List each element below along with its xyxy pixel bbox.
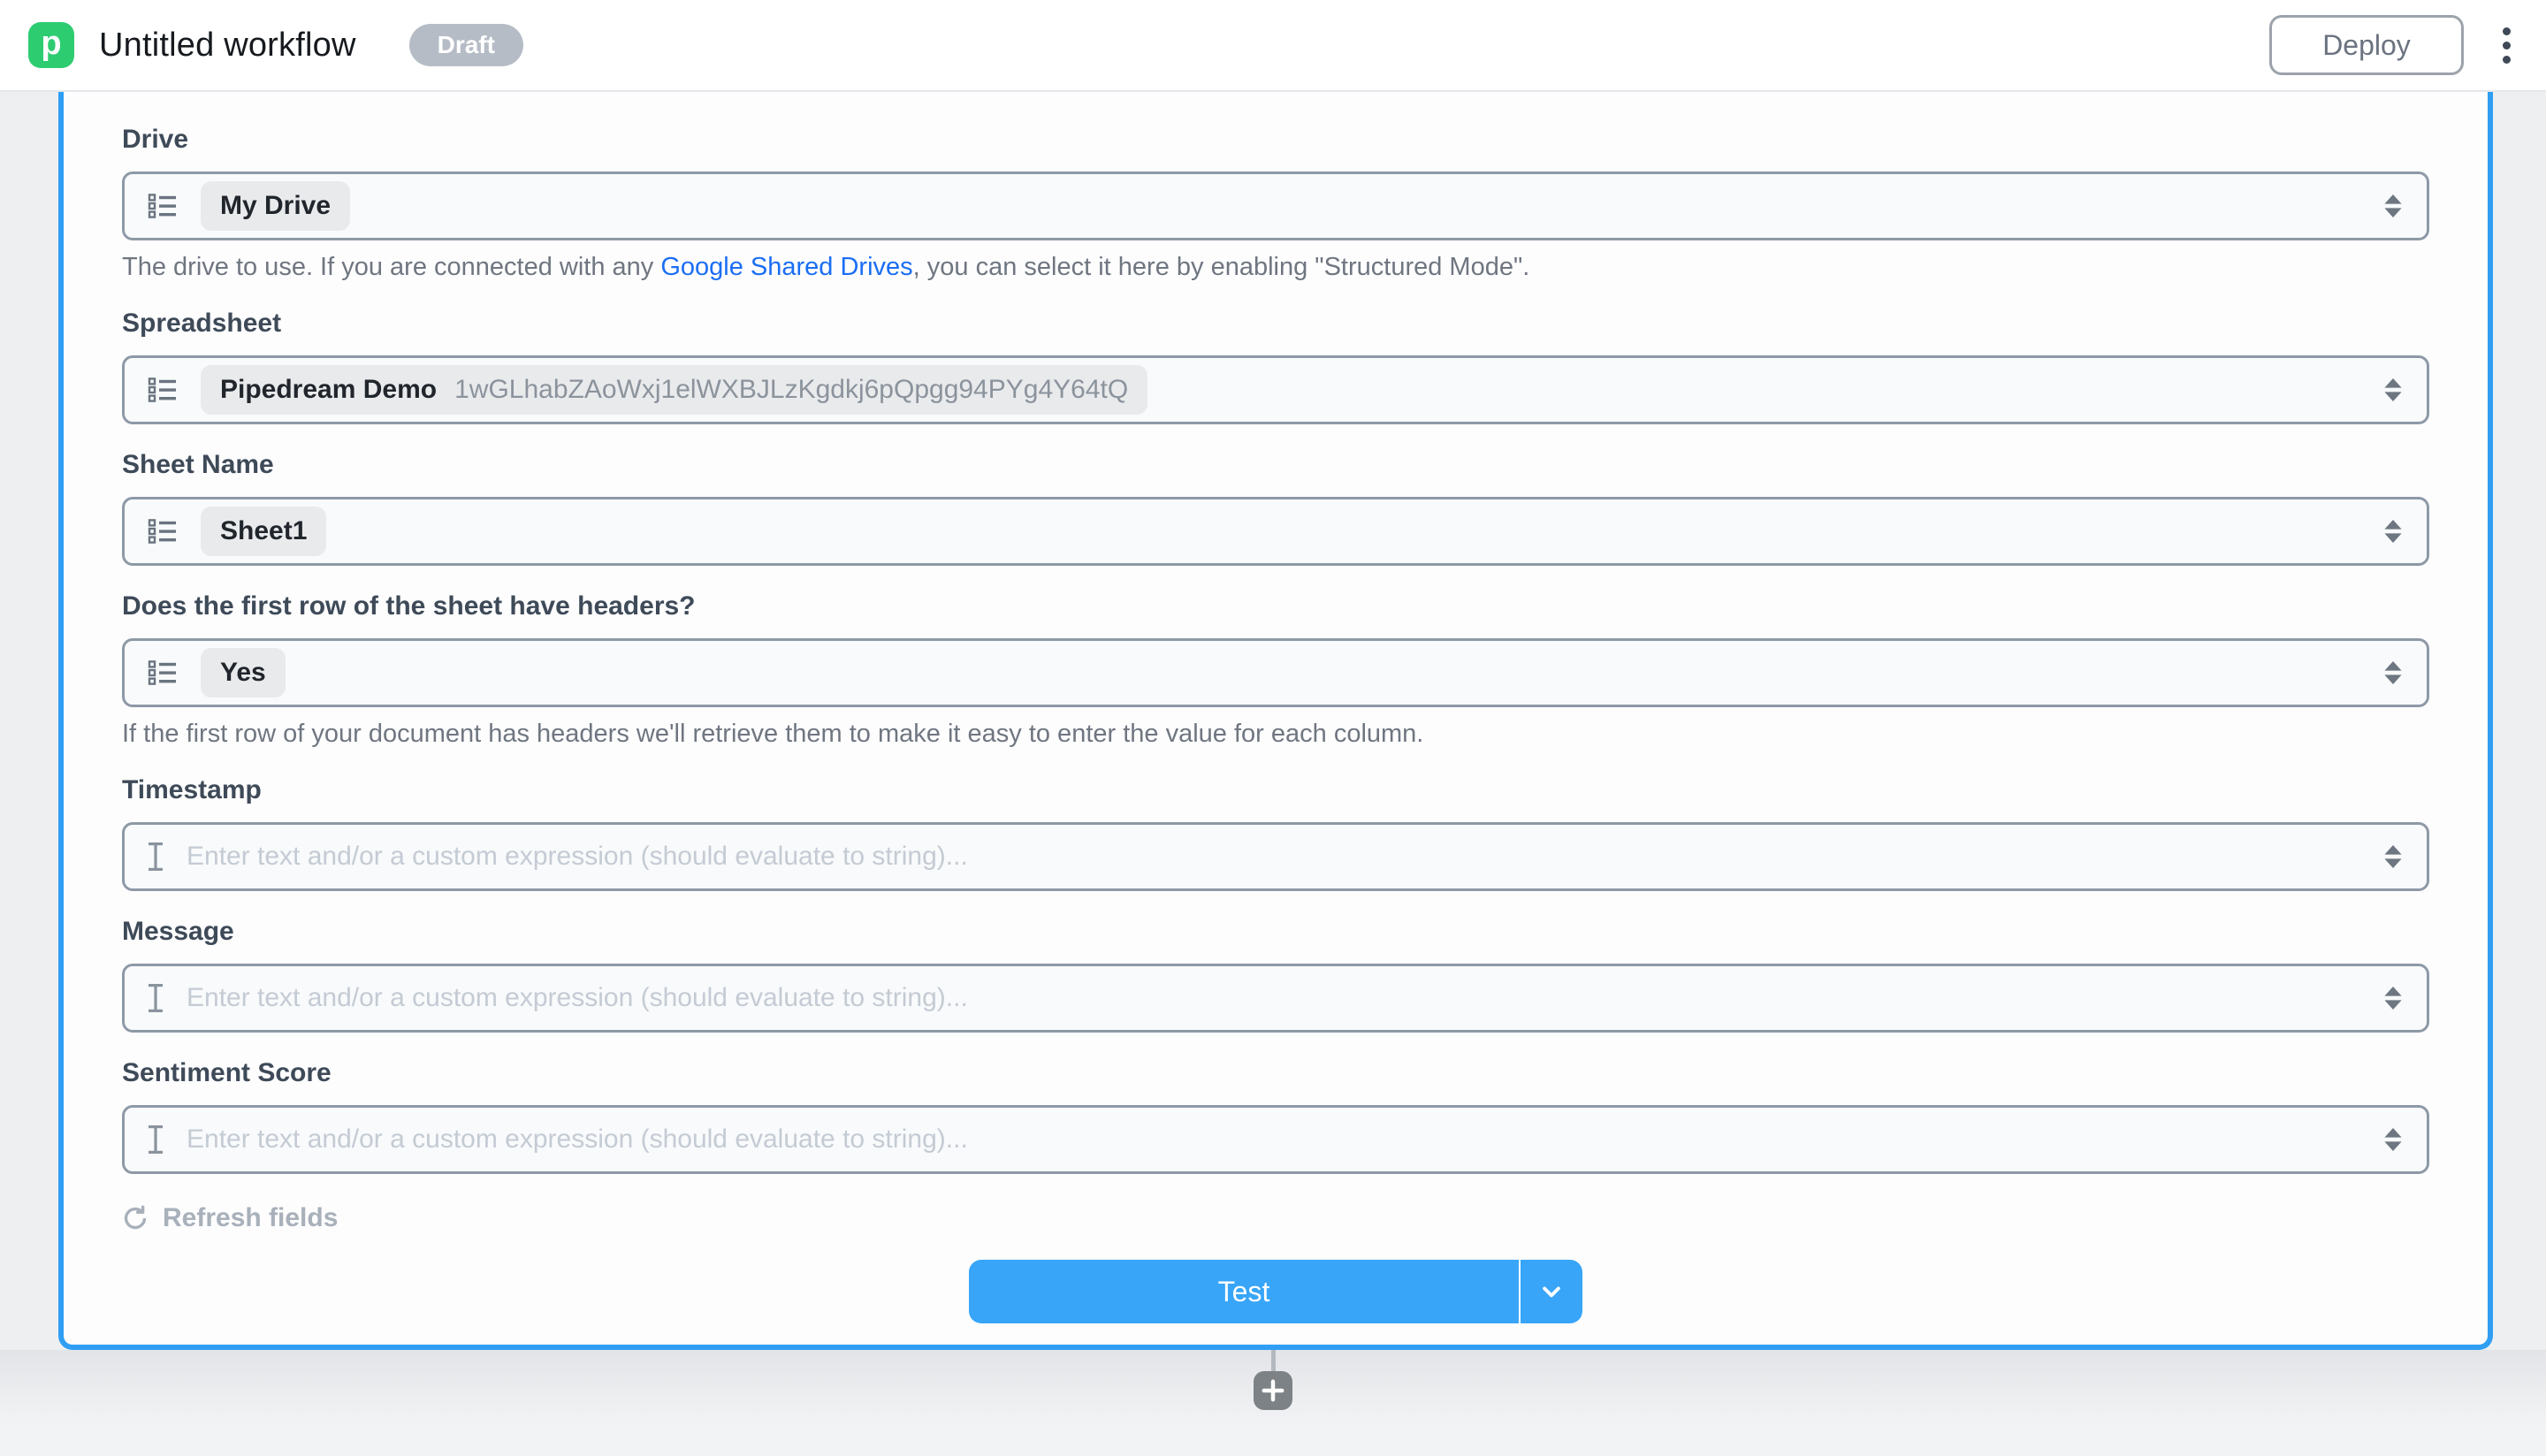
has-headers-select[interactable]: Yes xyxy=(122,638,2429,707)
spreadsheet-name: Pipedream Demo xyxy=(220,374,437,406)
sheet-name-selected-value: Sheet1 xyxy=(201,507,326,556)
pipedream-logo-icon[interactable]: p xyxy=(28,22,74,68)
refresh-fields-label: Refresh fields xyxy=(163,1202,338,1234)
select-arrows-icon xyxy=(2382,984,2404,1012)
google-shared-drives-link[interactable]: Google Shared Drives xyxy=(660,253,912,281)
deploy-button[interactable]: Deploy xyxy=(2269,15,2464,75)
select-arrows-icon xyxy=(2382,1125,2404,1154)
sentiment-score-input[interactable] xyxy=(187,1124,2359,1155)
text-cursor-icon xyxy=(148,1124,164,1155)
list-icon xyxy=(148,659,178,686)
add-step-button[interactable] xyxy=(1254,1371,1292,1410)
sheet-name-select[interactable]: Sheet1 xyxy=(122,497,2429,566)
drive-help-text: The drive to use. If you are connected w… xyxy=(122,251,2429,283)
select-arrows-icon xyxy=(2382,192,2404,220)
refresh-fields-button[interactable]: Refresh fields xyxy=(122,1202,338,1234)
step-connector-line xyxy=(1271,1350,1276,1371)
canvas-below-card xyxy=(0,1350,2546,1456)
spreadsheet-selected-value: Pipedream Demo 1wGLhabZAoWxj1elWXBJLzKgd… xyxy=(201,365,1147,415)
test-split-button: Test xyxy=(969,1260,1582,1323)
test-options-button[interactable] xyxy=(1521,1260,1582,1323)
list-icon xyxy=(148,518,178,545)
list-icon xyxy=(148,377,178,403)
has-headers-label: Does the first row of the sheet have hea… xyxy=(122,591,2429,622)
text-cursor-icon xyxy=(148,983,164,1013)
help-text-part: , you can select it here by enabling "St… xyxy=(913,253,1530,281)
list-icon xyxy=(148,193,178,219)
text-cursor-icon xyxy=(148,842,164,872)
select-arrows-icon xyxy=(2382,376,2404,404)
timestamp-label: Timestamp xyxy=(122,774,2429,806)
select-arrows-icon xyxy=(2382,842,2404,871)
drive-selected-value: My Drive xyxy=(201,181,350,231)
refresh-icon xyxy=(122,1205,149,1231)
header-right: Deploy xyxy=(2269,15,2514,75)
select-arrows-icon xyxy=(2382,659,2404,687)
chevron-down-icon xyxy=(1539,1279,1564,1304)
message-input[interactable] xyxy=(187,983,2359,1013)
spreadsheet-select[interactable]: Pipedream Demo 1wGLhabZAoWxj1elWXBJLzKgd… xyxy=(122,355,2429,424)
has-headers-selected-value: Yes xyxy=(201,648,286,698)
sentiment-score-field[interactable] xyxy=(122,1105,2429,1174)
has-headers-help-text: If the first row of your document has he… xyxy=(122,718,2429,750)
spreadsheet-label: Spreadsheet xyxy=(122,308,2429,339)
sentiment-score-label: Sentiment Score xyxy=(122,1057,2429,1089)
help-text-part: The drive to use. If you are connected w… xyxy=(122,253,660,281)
header-left: p Untitled workflow Draft xyxy=(28,22,523,68)
timestamp-input[interactable] xyxy=(187,842,2359,872)
message-label: Message xyxy=(122,916,2429,948)
top-bar: p Untitled workflow Draft Deploy xyxy=(0,0,2546,92)
status-badge: Draft xyxy=(409,24,523,66)
test-button[interactable]: Test xyxy=(969,1260,1519,1323)
spreadsheet-id: 1wGLhabZAoWxj1elWXBJLzKgdkj6pQpgg94PYg4Y… xyxy=(454,374,1128,406)
message-field[interactable] xyxy=(122,964,2429,1033)
timestamp-field[interactable] xyxy=(122,822,2429,891)
kebab-menu-icon[interactable] xyxy=(2499,20,2514,71)
drive-label: Drive xyxy=(122,124,2429,156)
sheet-name-label: Sheet Name xyxy=(122,449,2429,481)
workflow-title: Untitled workflow xyxy=(99,27,356,65)
select-arrows-icon xyxy=(2382,517,2404,545)
action-config-card: Drive My Drive The drive to use. If you … xyxy=(58,92,2493,1350)
plus-icon xyxy=(1262,1379,1284,1402)
drive-select[interactable]: My Drive xyxy=(122,172,2429,240)
